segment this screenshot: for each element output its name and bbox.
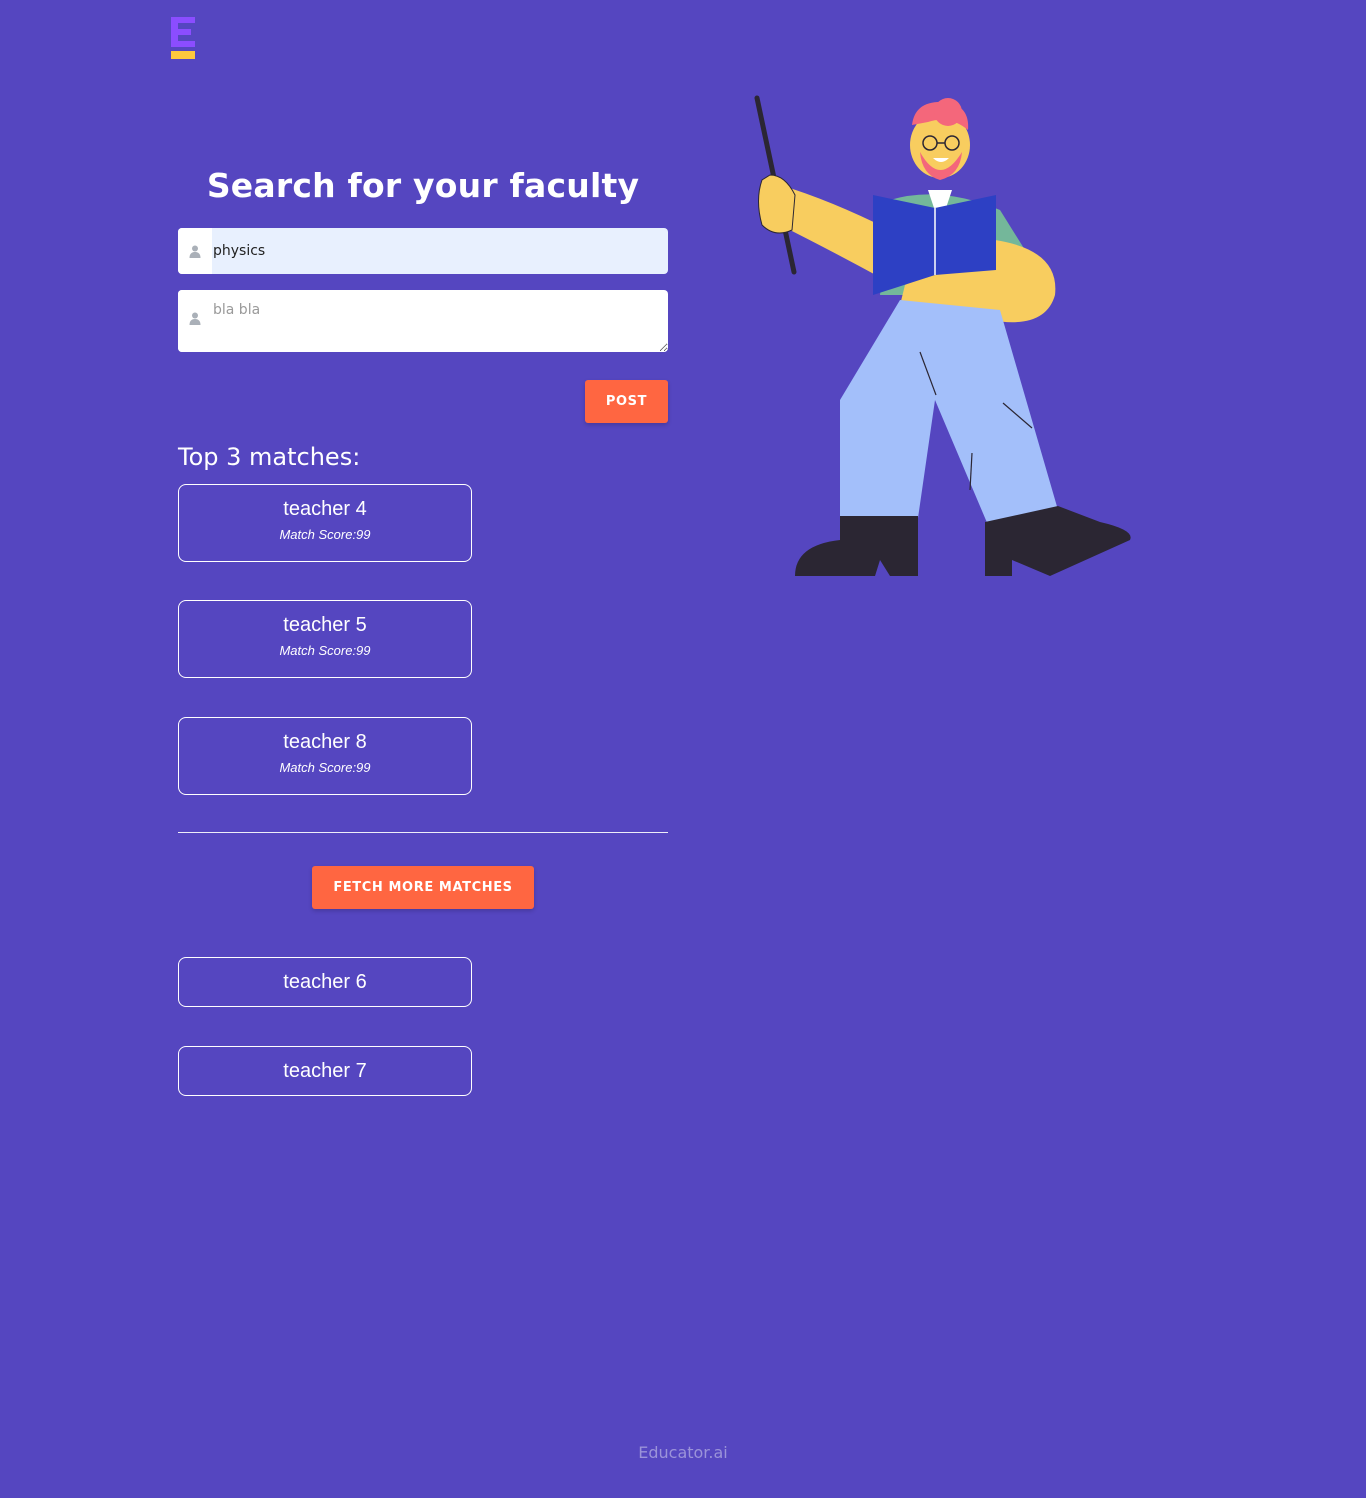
teacher-name: teacher 6	[283, 971, 367, 993]
educator-logo-icon[interactable]	[171, 17, 195, 59]
subject-input[interactable]	[212, 228, 668, 274]
teacher-name: teacher 8	[283, 731, 367, 753]
match-score: Match Score:99	[279, 643, 371, 658]
divider	[178, 832, 668, 833]
post-button[interactable]: POST	[585, 380, 668, 423]
subject-field[interactable]	[178, 228, 668, 274]
top-matches-heading: Top 3 matches:	[178, 443, 361, 471]
teacher-name: teacher 4	[283, 498, 367, 520]
more-match-card[interactable]: teacher 6	[178, 957, 472, 1007]
teacher-name: teacher 7	[283, 1060, 367, 1082]
footer-brand: Educator.ai	[638, 1443, 728, 1462]
page-title: Search for your faculty	[206, 166, 640, 205]
match-card[interactable]: teacher 4 Match Score:99	[178, 484, 472, 562]
teacher-with-pointer-illustration	[740, 90, 1140, 580]
teacher-name: teacher 5	[283, 614, 367, 636]
user-icon	[178, 228, 212, 274]
match-card[interactable]: teacher 8 Match Score:99	[178, 717, 472, 795]
match-score: Match Score:99	[279, 760, 371, 775]
description-field[interactable]	[178, 290, 668, 352]
description-textarea[interactable]	[212, 290, 668, 352]
fetch-more-matches-button[interactable]: FETCH MORE MATCHES	[312, 866, 534, 909]
match-score: Match Score:99	[279, 527, 371, 542]
more-match-card[interactable]: teacher 7	[178, 1046, 472, 1096]
match-card[interactable]: teacher 5 Match Score:99	[178, 600, 472, 678]
user-icon	[178, 290, 212, 352]
